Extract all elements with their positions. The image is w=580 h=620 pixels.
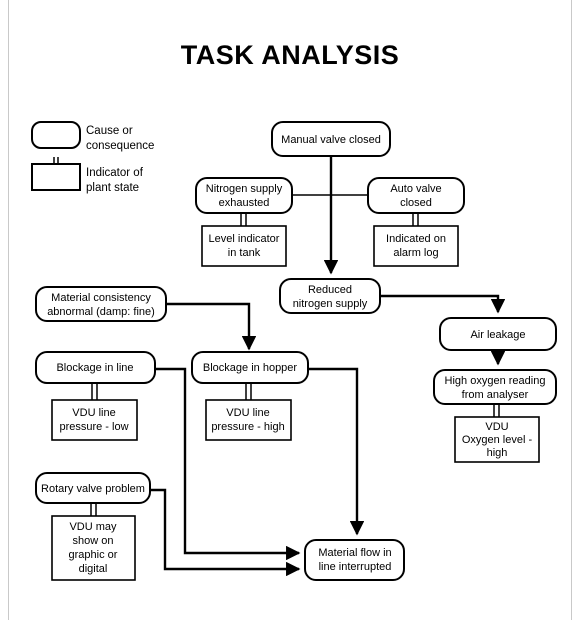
node-nitrogen-supply-exhausted-label-line2: exhausted [219,197,270,209]
indicator-link-rotary-valve-to-vdu-may-show [90,503,97,516]
node-air-leakage[interactable]: Air leakage [439,317,557,351]
node-vdu-may-show-label-line4: digital [79,563,108,575]
node-reduced-nitrogen-supply-label-line2: nitrogen supply [293,298,368,310]
diagram-canvas: Cause or consequence Indicator of plant … [31,121,557,581]
node-vdu-oxygen-level-high[interactable]: VDU Oxygen level - high [454,416,540,463]
node-vdu-may-show-label-line1: VDU may [69,521,117,533]
legend-square-shape [31,163,81,191]
node-blockage-in-hopper-label: Blockage in hopper [203,362,298,374]
node-manual-valve-closed[interactable]: Manual valve closed [271,121,391,157]
node-material-flow-interrupted-label-line1: Material flow in [318,547,391,559]
legend-rounded-shape [31,121,81,149]
edge-blockage-hopper-to-material-flow [308,367,365,536]
node-blockage-in-hopper[interactable]: Blockage in hopper [191,351,309,384]
indicator-link-nitrogen-to-level-indicator [240,213,247,226]
node-vdu-oxygen-level-high-label-line3: high [487,447,508,459]
legend-indicator-label-line2: plant state [86,182,139,194]
node-nitrogen-supply-exhausted[interactable]: Nitrogen supply exhausted [195,177,293,214]
node-vdu-may-show-label-line2: show on [73,535,114,547]
node-blockage-in-line-label: Blockage in line [56,362,133,374]
node-air-leakage-label: Air leakage [470,329,525,341]
node-level-indicator-in-tank[interactable]: Level indicator in tank [201,225,287,267]
indicator-link-blockage-line-to-vdu-low [91,383,98,400]
node-high-oxygen-reading[interactable]: High oxygen reading from analyser [433,369,557,405]
node-high-oxygen-reading-label-line1: High oxygen reading [445,375,546,387]
indicator-link-auto-valve-to-alarm-log [412,213,419,226]
node-vdu-line-pressure-low-label-line1: VDU line [72,407,115,419]
indicator-link-blockage-hopper-to-vdu-high [245,383,252,400]
node-rotary-valve-problem-label: Rotary valve problem [41,483,145,495]
node-manual-valve-closed-label: Manual valve closed [281,134,381,146]
node-vdu-line-pressure-high[interactable]: VDU line pressure - high [205,399,292,441]
node-nitrogen-supply-exhausted-label-line1: Nitrogen supply [206,183,283,195]
node-vdu-may-show[interactable]: VDU may show on graphic or digital [51,515,136,581]
edge-material-consistency-to-blockage-hopper [166,302,257,351]
node-level-indicator-in-tank-label-line2: in tank [228,247,261,259]
node-material-consistency-abnormal-label-line2: abnormal (damp: fine) [47,306,155,318]
node-indicated-on-alarm-log[interactable]: Indicated on alarm log [373,225,459,267]
node-vdu-oxygen-level-high-label-line1: VDU [485,421,508,433]
node-auto-valve-closed-label-line2: closed [400,197,432,209]
indicator-link-high-oxygen-to-vdu-oxygen [493,404,500,417]
node-vdu-line-pressure-low[interactable]: VDU line pressure - low [51,399,138,441]
node-reduced-nitrogen-supply-label-line1: Reduced [308,284,352,296]
node-vdu-line-pressure-low-label-line2: pressure - low [59,421,128,433]
diagram-page: TASK ANALYSIS Cause or consequence Indic… [0,0,580,620]
edge-rotary-valve-to-material-flow [150,488,301,577]
node-material-consistency-abnormal-label-line1: Material consistency [51,292,151,304]
node-auto-valve-closed-label-line1: Auto valve [390,183,441,195]
node-indicated-on-alarm-log-label-line1: Indicated on [386,233,446,245]
node-material-flow-interrupted-label-line2: line interrupted [319,561,392,573]
edge-reduced-nitrogen-to-air-leakage [380,294,506,314]
node-auto-valve-closed[interactable]: Auto valve closed [367,177,465,214]
node-high-oxygen-reading-label-line2: from analyser [462,389,529,401]
legend-item-cause: Cause or consequence [31,121,154,152]
node-vdu-may-show-label-line3: graphic or [69,549,118,561]
legend-indicator-label-line1: Indicator of [86,167,144,179]
legend-cause-label-line1: Cause or [86,125,133,137]
node-material-flow-interrupted[interactable]: Material flow in line interrupted [304,539,405,581]
node-reduced-nitrogen-supply[interactable]: Reduced nitrogen supply [279,278,381,314]
legend-item-indicator: Indicator of plant state [31,157,144,194]
node-rotary-valve-problem[interactable]: Rotary valve problem [35,472,151,504]
node-blockage-in-line[interactable]: Blockage in line [35,351,156,384]
node-indicated-on-alarm-log-label-line2: alarm log [393,247,438,259]
node-vdu-line-pressure-high-label-line1: VDU line [226,407,269,419]
node-vdu-oxygen-level-high-label-line2: Oxygen level - [462,434,533,446]
node-vdu-line-pressure-high-label-line2: pressure - high [211,421,284,433]
legend-cause-label-line2: consequence [86,140,154,152]
node-level-indicator-in-tank-label-line1: Level indicator [209,233,280,245]
legend: Cause or consequence Indicator of plant … [31,121,154,194]
node-material-consistency-abnormal[interactable]: Material consistency abnormal (damp: fin… [35,286,167,322]
edge-blockage-line-to-material-flow [155,367,301,561]
